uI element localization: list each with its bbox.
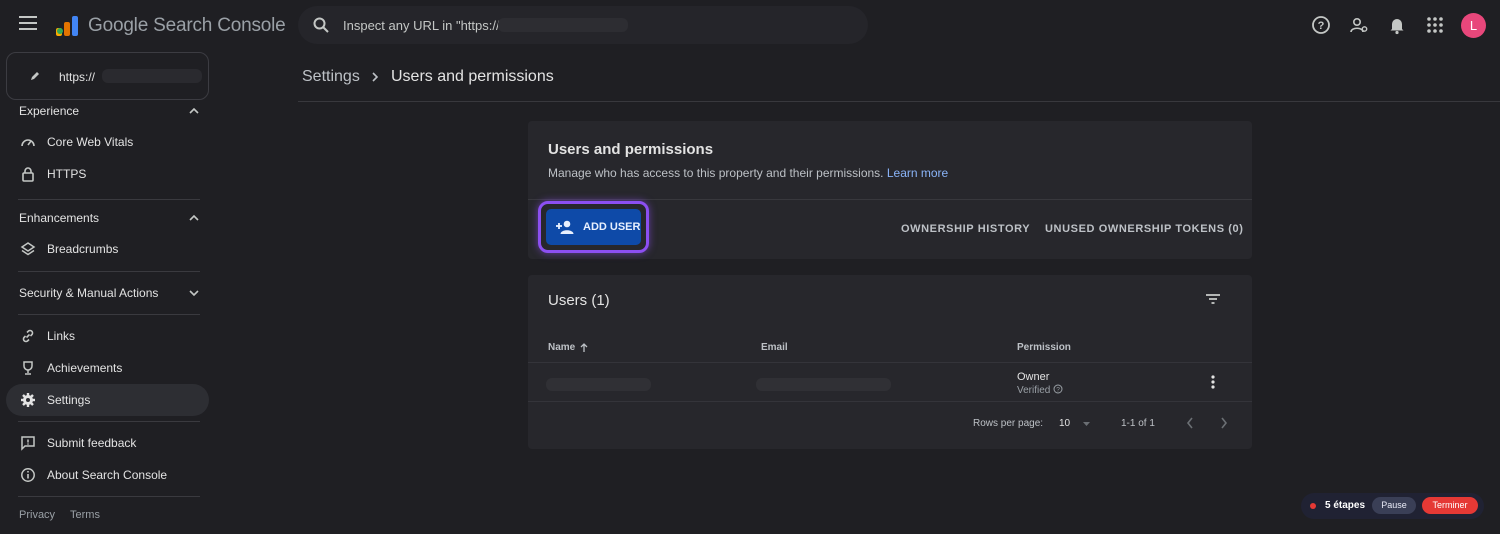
info-icon bbox=[21, 468, 35, 482]
section-enhancements[interactable]: Enhancements bbox=[19, 211, 99, 225]
users-table-card: Users (1) Name Email Permission Owner Ve… bbox=[528, 275, 1252, 449]
gear-icon bbox=[21, 393, 35, 407]
person-add-icon bbox=[556, 220, 574, 234]
sidebar-divider bbox=[18, 271, 200, 272]
sidebar-item-achievements[interactable]: Achievements bbox=[6, 352, 209, 384]
sidebar-item-label: Submit feedback bbox=[47, 436, 137, 450]
sidebar-divider bbox=[18, 314, 200, 315]
help-icon[interactable]: ? bbox=[1311, 15, 1331, 35]
privacy-link[interactable]: Privacy bbox=[19, 509, 55, 521]
sidebar-item-breadcrumbs[interactable]: Breadcrumbs bbox=[6, 233, 209, 265]
finish-button[interactable]: Terminer bbox=[1422, 497, 1478, 514]
column-permission: Permission bbox=[1017, 342, 1071, 353]
verified-status: Verified ? bbox=[1017, 384, 1063, 396]
next-page-icon[interactable] bbox=[1220, 417, 1228, 429]
add-user-button[interactable]: ADD USER bbox=[546, 209, 641, 245]
notifications-icon[interactable] bbox=[1387, 15, 1407, 35]
feedback-icon bbox=[21, 436, 35, 451]
rows-per-page-label: Rows per page: bbox=[973, 418, 1044, 429]
help-outline-icon[interactable]: ? bbox=[1053, 384, 1063, 394]
header-divider bbox=[298, 101, 1500, 102]
sidebar-item-label: Core Web Vitals bbox=[47, 135, 134, 149]
section-experience[interactable]: Experience bbox=[19, 104, 79, 118]
sidebar-item-label: HTTPS bbox=[47, 167, 87, 181]
edit-icon bbox=[31, 72, 39, 80]
section-security-manual-actions[interactable]: Security & Manual Actions bbox=[19, 286, 158, 300]
chevron-up-icon[interactable] bbox=[188, 213, 200, 223]
search-placeholder: Inspect any URL in "https:// bbox=[343, 18, 500, 33]
svg-text:?: ? bbox=[1318, 20, 1325, 32]
sidebar-item-submit-feedback[interactable]: Submit feedback bbox=[6, 427, 209, 459]
card-title: Users and permissions bbox=[548, 141, 714, 158]
sidebar-item-label: Links bbox=[47, 329, 76, 343]
previous-page-icon[interactable] bbox=[1186, 417, 1194, 429]
main-menu-icon[interactable] bbox=[19, 16, 37, 30]
redacted-property bbox=[102, 69, 202, 83]
sidebar-item-about[interactable]: About Search Console bbox=[6, 459, 209, 491]
table-row-divider bbox=[528, 401, 1252, 402]
sidebar-item-https[interactable]: HTTPS bbox=[6, 158, 209, 190]
app-title: Google Search Console bbox=[88, 15, 286, 36]
sidebar-item-settings[interactable]: Settings bbox=[6, 384, 209, 416]
more-vert-icon[interactable] bbox=[1211, 375, 1215, 389]
chevron-right-icon bbox=[372, 72, 379, 82]
manage-accounts-icon[interactable] bbox=[1349, 15, 1369, 35]
rows-per-page-select[interactable]: 10 bbox=[1059, 418, 1070, 429]
pause-button[interactable]: Pause bbox=[1372, 497, 1416, 514]
sidebar-item-label: Achievements bbox=[47, 361, 123, 375]
sidebar-item-core-web-vitals[interactable]: Core Web Vitals bbox=[6, 126, 209, 158]
property-selector[interactable]: https:// bbox=[6, 52, 209, 100]
unused-tokens-button[interactable]: UNUSED OWNERSHIP TOKENS (0) bbox=[1045, 223, 1244, 235]
link-icon bbox=[22, 329, 34, 343]
speedometer-icon bbox=[21, 139, 35, 147]
trophy-icon bbox=[23, 361, 33, 375]
redacted-user-name bbox=[546, 378, 651, 391]
sidebar-item-label: Settings bbox=[47, 393, 91, 407]
card-divider bbox=[528, 199, 1252, 200]
add-user-highlight: ADD USER bbox=[538, 201, 649, 253]
learn-more-link[interactable]: Learn more bbox=[887, 166, 948, 180]
breadcrumb-settings[interactable]: Settings bbox=[302, 68, 360, 86]
column-email: Email bbox=[761, 342, 788, 353]
redacted-domain bbox=[498, 18, 628, 32]
sidebar-divider bbox=[18, 421, 200, 422]
svg-text:?: ? bbox=[1056, 386, 1060, 393]
ownership-history-button[interactable]: OWNERSHIP HISTORY bbox=[901, 223, 1030, 235]
page-title: Users and permissions bbox=[391, 68, 554, 85]
users-permissions-card: Users and permissions Manage who has acc… bbox=[528, 121, 1252, 259]
search-icon bbox=[313, 17, 329, 33]
lock-icon bbox=[22, 167, 34, 182]
filter-icon[interactable] bbox=[1205, 293, 1221, 305]
permission-value: Owner bbox=[1017, 371, 1050, 383]
sidebar-divider bbox=[18, 199, 200, 200]
table-header-divider bbox=[528, 362, 1252, 363]
sort-arrow-up-icon[interactable] bbox=[579, 342, 589, 353]
table-title: Users (1) bbox=[548, 292, 610, 309]
apps-grid-icon[interactable] bbox=[1425, 15, 1445, 35]
terms-link[interactable]: Terms bbox=[70, 509, 100, 521]
chevron-down-icon[interactable] bbox=[188, 288, 200, 298]
card-subtitle: Manage who has access to this property a… bbox=[548, 166, 949, 180]
sidebar-item-links[interactable]: Links bbox=[6, 320, 209, 352]
pagination-range: 1-1 of 1 bbox=[1121, 418, 1155, 429]
property-url: https:// bbox=[59, 70, 96, 84]
search-console-logo bbox=[56, 16, 78, 36]
account-avatar[interactable]: L bbox=[1461, 13, 1486, 38]
column-name[interactable]: Name bbox=[548, 342, 575, 353]
sidebar-divider bbox=[18, 496, 200, 497]
step-count: 5 étapes bbox=[1325, 500, 1366, 511]
top-bar: Google Search Console Inspect any URL in… bbox=[0, 0, 1500, 52]
chevron-up-icon[interactable] bbox=[188, 106, 200, 116]
recording-widget: 5 étapes Pause Terminer bbox=[1301, 493, 1484, 519]
layers-icon bbox=[20, 242, 36, 256]
redacted-user-email bbox=[756, 378, 891, 391]
dropdown-arrow-icon[interactable] bbox=[1082, 421, 1091, 427]
sidebar-item-label: Breadcrumbs bbox=[47, 242, 119, 256]
recording-dot-icon bbox=[1310, 503, 1316, 509]
url-inspection-search[interactable]: Inspect any URL in "https:// bbox=[298, 6, 868, 44]
sidebar-item-label: About Search Console bbox=[47, 468, 168, 482]
add-user-label: ADD USER bbox=[583, 221, 641, 233]
